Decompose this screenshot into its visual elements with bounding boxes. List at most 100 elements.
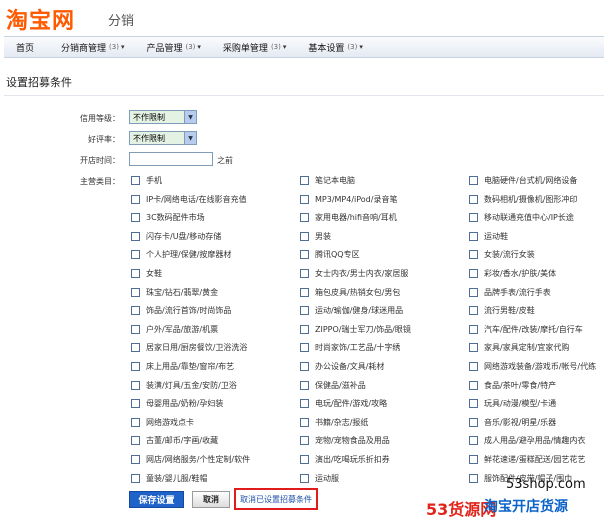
category-checkbox[interactable] xyxy=(469,231,478,241)
category-checkbox[interactable] xyxy=(469,194,478,204)
category-option[interactable]: 手机 xyxy=(131,174,162,186)
category-option[interactable]: 时尚家饰/工艺品/十字绣 xyxy=(300,341,400,353)
category-checkbox[interactable] xyxy=(469,268,478,278)
category-checkbox[interactable] xyxy=(131,194,140,204)
category-checkbox[interactable] xyxy=(300,380,309,390)
category-option[interactable]: 女士内衣/男士内衣/家居服 xyxy=(300,267,408,279)
category-option[interactable]: 笔记本电脑 xyxy=(300,174,355,186)
category-option[interactable]: 古董/邮币/字画/收藏 xyxy=(131,434,218,446)
category-option[interactable]: 汽车/配件/改装/摩托/自行车 xyxy=(469,323,583,335)
category-checkbox[interactable] xyxy=(300,287,309,297)
category-option[interactable]: 箱包皮具/热销女包/男包 xyxy=(300,286,400,298)
category-option[interactable]: 家用电器/hifi音响/耳机 xyxy=(300,211,397,223)
category-checkbox[interactable] xyxy=(131,417,140,427)
category-checkbox[interactable] xyxy=(131,175,140,185)
category-option[interactable]: 运动服 xyxy=(300,472,339,484)
category-checkbox[interactable] xyxy=(131,380,140,390)
category-checkbox[interactable] xyxy=(469,212,478,222)
category-option[interactable]: 鲜花速递/蛋糕配送/园艺花艺 xyxy=(469,453,585,465)
category-option[interactable]: ZIPPO/瑞士军刀/饰品/眼镜 xyxy=(300,323,411,335)
category-checkbox[interactable] xyxy=(131,361,140,371)
category-option[interactable]: 成人用品/避孕用品/情趣内衣 xyxy=(469,434,585,446)
category-option[interactable]: 饰品/流行首饰/时尚饰品 xyxy=(131,304,231,316)
category-checkbox[interactable] xyxy=(469,249,478,259)
category-option[interactable]: 母婴用品/奶粉/孕妇装 xyxy=(131,397,223,409)
category-option[interactable]: 流行男鞋/皮鞋 xyxy=(469,304,535,316)
category-option[interactable]: 保健品/滋补品 xyxy=(300,379,366,391)
category-checkbox[interactable] xyxy=(131,454,140,464)
category-checkbox[interactable] xyxy=(300,212,309,222)
category-option[interactable]: 家具/家具定制/宜家代购 xyxy=(469,341,569,353)
category-option[interactable]: 电玩/配件/游戏/攻略 xyxy=(300,397,387,409)
category-option[interactable]: 办公设备/文具/耗材 xyxy=(300,360,384,372)
category-option[interactable]: 演出/吃喝玩乐折扣券 xyxy=(300,453,390,465)
category-checkbox[interactable] xyxy=(469,175,478,185)
credit-level-select[interactable]: 不作限制 ▼ xyxy=(129,110,197,124)
category-option[interactable]: 彩妆/香水/护肤/美体 xyxy=(469,267,556,279)
category-checkbox[interactable] xyxy=(131,305,140,315)
category-checkbox[interactable] xyxy=(300,342,309,352)
category-checkbox[interactable] xyxy=(469,361,478,371)
category-checkbox[interactable] xyxy=(300,324,309,334)
category-checkbox[interactable] xyxy=(131,231,140,241)
category-checkbox[interactable] xyxy=(300,305,309,315)
category-option[interactable]: 闪存卡/U盘/移动存储 xyxy=(131,230,221,242)
category-checkbox[interactable] xyxy=(469,454,478,464)
category-option[interactable]: 床上用品/靠垫/窗帘/布艺 xyxy=(131,360,234,372)
category-checkbox[interactable] xyxy=(469,398,478,408)
category-option[interactable]: 网店/网络服务/个性定制/软件 xyxy=(131,453,250,465)
category-checkbox[interactable] xyxy=(469,287,478,297)
category-option[interactable]: 电脑硬件/台式机/网络设备 xyxy=(469,174,577,186)
category-option[interactable]: 腾讯QQ专区 xyxy=(300,248,360,260)
category-checkbox[interactable] xyxy=(469,417,478,427)
category-option[interactable]: 品牌手表/流行手表 xyxy=(469,286,551,298)
category-option[interactable]: 童装/婴儿服/鞋帽 xyxy=(131,472,207,484)
category-option[interactable]: 运动/瑜伽/健身/球迷用品 xyxy=(300,304,403,316)
category-option[interactable]: 玩具/动漫/模型/卡通 xyxy=(469,397,556,409)
category-option[interactable]: 女鞋 xyxy=(131,267,162,279)
category-option[interactable]: 女装/流行女装 xyxy=(469,248,535,260)
category-option[interactable]: 户外/军品/旅游/机票 xyxy=(131,323,218,335)
category-checkbox[interactable] xyxy=(300,231,309,241)
category-checkbox[interactable] xyxy=(300,175,309,185)
category-option[interactable]: 音乐/影视/明星/乐器 xyxy=(469,416,556,428)
category-checkbox[interactable] xyxy=(300,268,309,278)
category-checkbox[interactable] xyxy=(300,361,309,371)
category-option[interactable]: 数码相机/摄像机/图形冲印 xyxy=(469,193,577,205)
category-checkbox[interactable] xyxy=(469,435,478,445)
category-option[interactable]: 男装 xyxy=(300,230,331,242)
category-checkbox[interactable] xyxy=(131,287,140,297)
category-option[interactable]: 食品/茶叶/零食/特产 xyxy=(469,379,556,391)
cancel-button[interactable]: 取消 xyxy=(192,491,230,508)
chevron-down-icon[interactable]: ▼ xyxy=(184,132,196,144)
category-checkbox[interactable] xyxy=(131,249,140,259)
category-checkbox[interactable] xyxy=(131,324,140,334)
category-option[interactable]: 网络游戏装备/游戏币/帐号/代练 xyxy=(469,360,596,372)
category-option[interactable]: 网络游戏点卡 xyxy=(131,416,194,428)
category-option[interactable]: 个人护理/保健/按摩器材 xyxy=(131,248,231,260)
category-checkbox[interactable] xyxy=(300,398,309,408)
category-checkbox[interactable] xyxy=(300,194,309,204)
category-checkbox[interactable] xyxy=(131,342,140,352)
category-checkbox[interactable] xyxy=(131,212,140,222)
category-checkbox[interactable] xyxy=(469,380,478,390)
nav-distributor-management[interactable]: 分销商管理 (3) ▾ xyxy=(50,36,135,58)
save-button[interactable]: 保存设置 xyxy=(129,491,184,508)
category-checkbox[interactable] xyxy=(300,435,309,445)
category-option[interactable]: 书籍/杂志/报纸 xyxy=(300,416,368,428)
category-option[interactable]: 装潢/灯具/五金/安防/卫浴 xyxy=(131,379,237,391)
category-option[interactable]: 运动鞋 xyxy=(469,230,508,242)
category-option[interactable]: 宠物/宠物食品及用品 xyxy=(300,434,390,446)
taobao-logo[interactable]: 淘宝网 xyxy=(6,3,75,35)
category-checkbox[interactable] xyxy=(300,417,309,427)
category-option[interactable]: IP卡/网络电话/在线影音充值 xyxy=(131,193,247,205)
category-option[interactable]: 3C数码配件市场 xyxy=(131,211,205,223)
cancel-conditions-link[interactable]: 取消已设置招募条件 xyxy=(234,488,318,510)
category-option[interactable]: MP3/MP4/iPod/录音笔 xyxy=(300,193,397,205)
nav-basic-settings[interactable]: 基本设置 (3) ▾ xyxy=(297,36,373,58)
nav-purchase-order-management[interactable]: 采购单管理 (3) ▾ xyxy=(212,36,297,58)
category-checkbox[interactable] xyxy=(131,268,140,278)
category-option[interactable]: 珠宝/钻石/翡翠/黄金 xyxy=(131,286,218,298)
category-option[interactable]: 居家日用/厨房餐饮/卫浴洗浴 xyxy=(131,341,247,353)
shop-time-input[interactable] xyxy=(129,152,213,166)
